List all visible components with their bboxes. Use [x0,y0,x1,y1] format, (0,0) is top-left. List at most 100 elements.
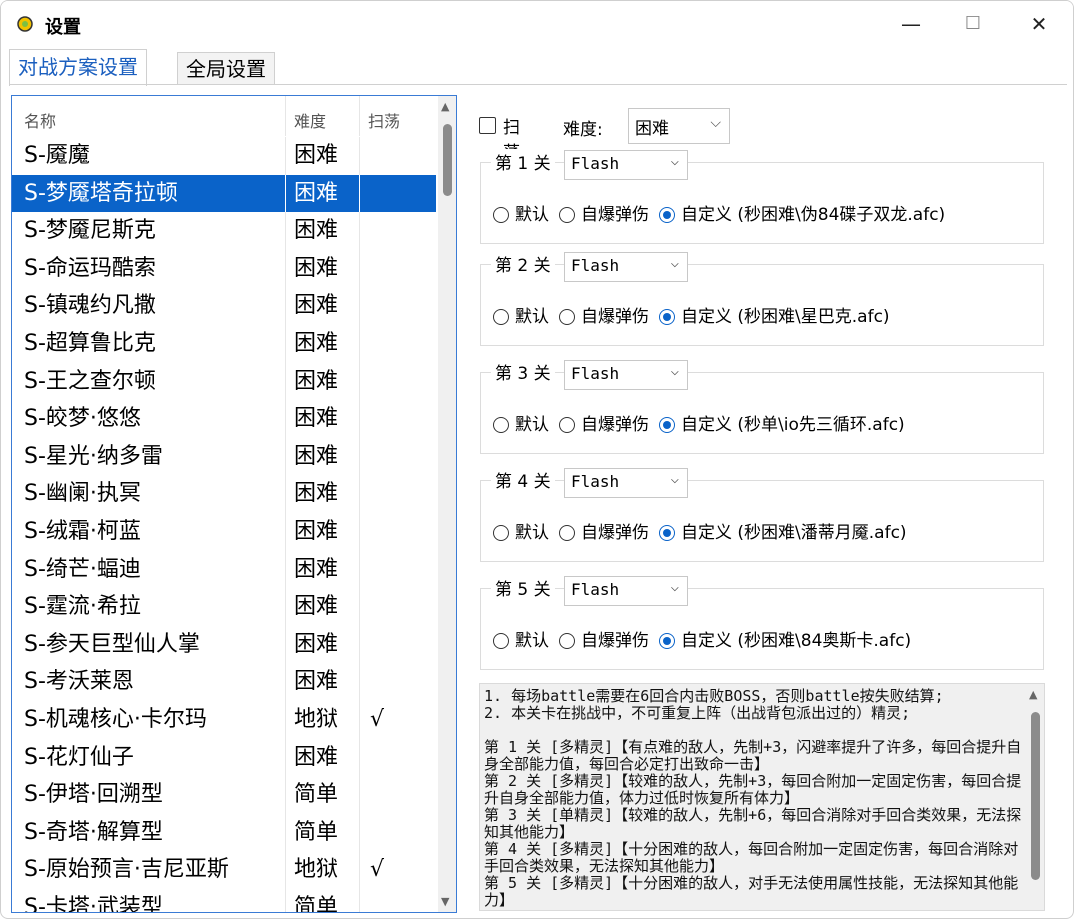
list-item-difficulty: 困难 [294,368,339,394]
stage-mode-select[interactable]: Flash ⌵ [564,360,688,390]
column-header-difficulty[interactable]: 难度 [294,108,326,132]
stage-mode-select[interactable]: Flash ⌵ [564,468,688,498]
radio-button[interactable] [659,633,675,649]
column-grid [285,550,286,589]
strategy-option-label: 自爆弹伤 [581,307,649,327]
difficulty-select[interactable]: 困难 ⌵ [628,108,730,144]
tab-bar: 对战方案设置 全局设置 [9,49,1069,86]
list-item[interactable]: S-王之查尔顿 困难 [12,362,436,401]
strategy-option[interactable]: 自爆弹伤 [559,410,649,435]
radio-button[interactable] [659,525,675,541]
list-item[interactable]: S-绮芒·蝠迪 困难 [12,550,436,589]
scroll-down-icon[interactable]: ▼ [441,895,449,908]
list-item[interactable]: S-梦魇尼斯克 困难 [12,212,436,250]
list-item[interactable]: S-考沃莱恩 困难 [12,663,436,701]
list-item-difficulty: 地狱 [294,707,339,732]
tab-global-settings[interactable]: 全局设置 [177,52,275,84]
list-item-difficulty: 困难 [294,293,339,319]
list-item[interactable]: S-梦魇塔奇拉顿 困难 [12,174,436,213]
column-grid [359,550,360,589]
strategy-option-label: 自爆弹伤 [581,415,649,435]
close-button[interactable]: ✕ [1009,5,1069,43]
list-item-name: S-皎梦·悠悠 [24,406,141,432]
radio-button[interactable] [493,309,509,325]
radio-button[interactable] [559,525,575,541]
stage-mode-select[interactable]: Flash ⌵ [564,576,688,606]
strategy-option[interactable]: 默认 [493,200,549,225]
notes-textbox[interactable]: 1. 每场battle需要在6回合内击败BOSS，否则battle按失败结算; … [479,683,1045,911]
scroll-up-icon[interactable]: ▲ [1029,688,1037,701]
strategy-option[interactable]: 自定义 (秒困难\84奥斯卡.afc) [659,626,911,651]
list-item[interactable]: S-幽阑·执冥 困难 [12,475,436,513]
notes-scrollbar[interactable]: ▲ [1026,684,1044,910]
title-bar[interactable]: 设置 — ☐ ✕ [1,1,1073,47]
radio-button[interactable] [659,417,675,433]
radio-button[interactable] [493,207,509,223]
strategy-option[interactable]: 默认 [493,518,549,543]
list-item[interactable]: S-花灯仙子 困难 [12,738,436,777]
column-grid [359,701,360,739]
list-item[interactable]: S-皎梦·悠悠 困难 [12,400,436,438]
list-item-difficulty: 困难 [294,143,339,168]
battle-list[interactable]: 名称 难度 扫荡 S-魇魔 困难 S-梦魇塔奇拉顿 困难 S-梦魇尼斯克 困难 S-命运玛酷… [11,95,457,913]
column-grid [285,813,286,852]
list-item-difficulty: 简单 [294,782,339,808]
radio-button[interactable] [659,309,675,325]
radio-button[interactable] [559,633,575,649]
scroll-up-icon[interactable]: ▲ [441,100,449,113]
strategy-option[interactable]: 自定义 (秒单\io先三循环.afc) [659,410,905,435]
stage-mode-select[interactable]: Flash ⌵ [564,252,688,282]
list-item[interactable]: S-绒霜·柯蓝 困难 [12,513,436,551]
tab-battle-plan[interactable]: 对战方案设置 [9,49,147,86]
radio-button[interactable] [493,525,509,541]
list-item[interactable]: S-魇魔 困难 [12,137,436,175]
strategy-option[interactable]: 默认 [493,626,549,651]
list-item[interactable]: S-奇塔·解算型 简单 [12,813,436,852]
list-item[interactable]: S-原始预言·吉尼亚斯 地狱 √ [12,851,436,889]
strategy-option-label: 自定义 (秒困难\伪84碟子双龙.afc) [681,205,946,225]
strategy-option[interactable]: 默认 [493,410,549,435]
sweep-checkbox[interactable] [479,117,496,134]
scroll-thumb[interactable] [1031,712,1040,880]
radio-button[interactable] [559,207,575,223]
list-item[interactable]: S-镇魂约凡撒 困难 [12,287,436,325]
radio-button[interactable] [559,417,575,433]
strategy-option[interactable]: 默认 [493,302,549,327]
stage-mode-select[interactable]: Flash ⌵ [564,150,688,180]
list-item[interactable]: S-命运玛酷索 困难 [12,249,436,288]
strategy-option[interactable]: 自定义 (秒困难\潘蒂月魇.afc) [659,518,907,543]
column-header-sweep[interactable]: 扫荡 [368,108,400,132]
chevron-down-icon: ⌵ [670,579,679,595]
radio-button[interactable] [493,633,509,649]
list-item[interactable]: S-霆流·希拉 困难 [12,588,436,626]
radio-button[interactable] [493,417,509,433]
list-item[interactable]: S-伊塔·回溯型 简单 [12,776,436,814]
strategy-option[interactable]: 自爆弹伤 [559,302,649,327]
radio-button[interactable] [659,207,675,223]
list-item[interactable]: S-星光·纳多雷 困难 [12,437,436,476]
strategy-option[interactable]: 自定义 (秒困难\伪84碟子双龙.afc) [659,200,945,225]
strategy-option[interactable]: 自定义 (秒困难\星巴克.afc) [659,302,890,327]
stage-group: 第 3 关 Flash ⌵ 默认 自爆弹伤 自定义 (秒单\io先三循环.afc) [480,359,1044,454]
list-item[interactable]: S-机魂核心·卡尔玛 地狱 √ [12,701,436,739]
list-scrollbar[interactable]: ▲ ▼ [438,96,456,912]
stage-mode-value: Flash [571,364,620,383]
minimize-button[interactable]: — [881,5,941,43]
column-grid [285,325,286,363]
app-icon [17,16,33,32]
scroll-thumb[interactable] [443,124,452,196]
list-item[interactable]: S-卡塔·武装型 简单 [12,889,436,912]
list-item[interactable]: S-参天巨型仙人掌 困难 [12,625,436,664]
column-header-name[interactable]: 名称 [24,108,56,132]
column-grid [359,362,360,401]
strategy-option[interactable]: 自爆弹伤 [559,626,649,651]
list-item-sweep: √ [370,707,385,732]
stage-strategy-options: 默认 自爆弹伤 自定义 (秒困难\84奥斯卡.afc) [493,626,921,651]
column-grid [285,851,286,889]
strategy-option[interactable]: 自爆弹伤 [559,200,649,225]
strategy-option[interactable]: 自爆弹伤 [559,518,649,543]
column-grid [285,701,286,739]
radio-button[interactable] [559,309,575,325]
list-item[interactable]: S-超算鲁比克 困难 [12,325,436,363]
maximize-button[interactable]: ☐ [943,5,1003,43]
